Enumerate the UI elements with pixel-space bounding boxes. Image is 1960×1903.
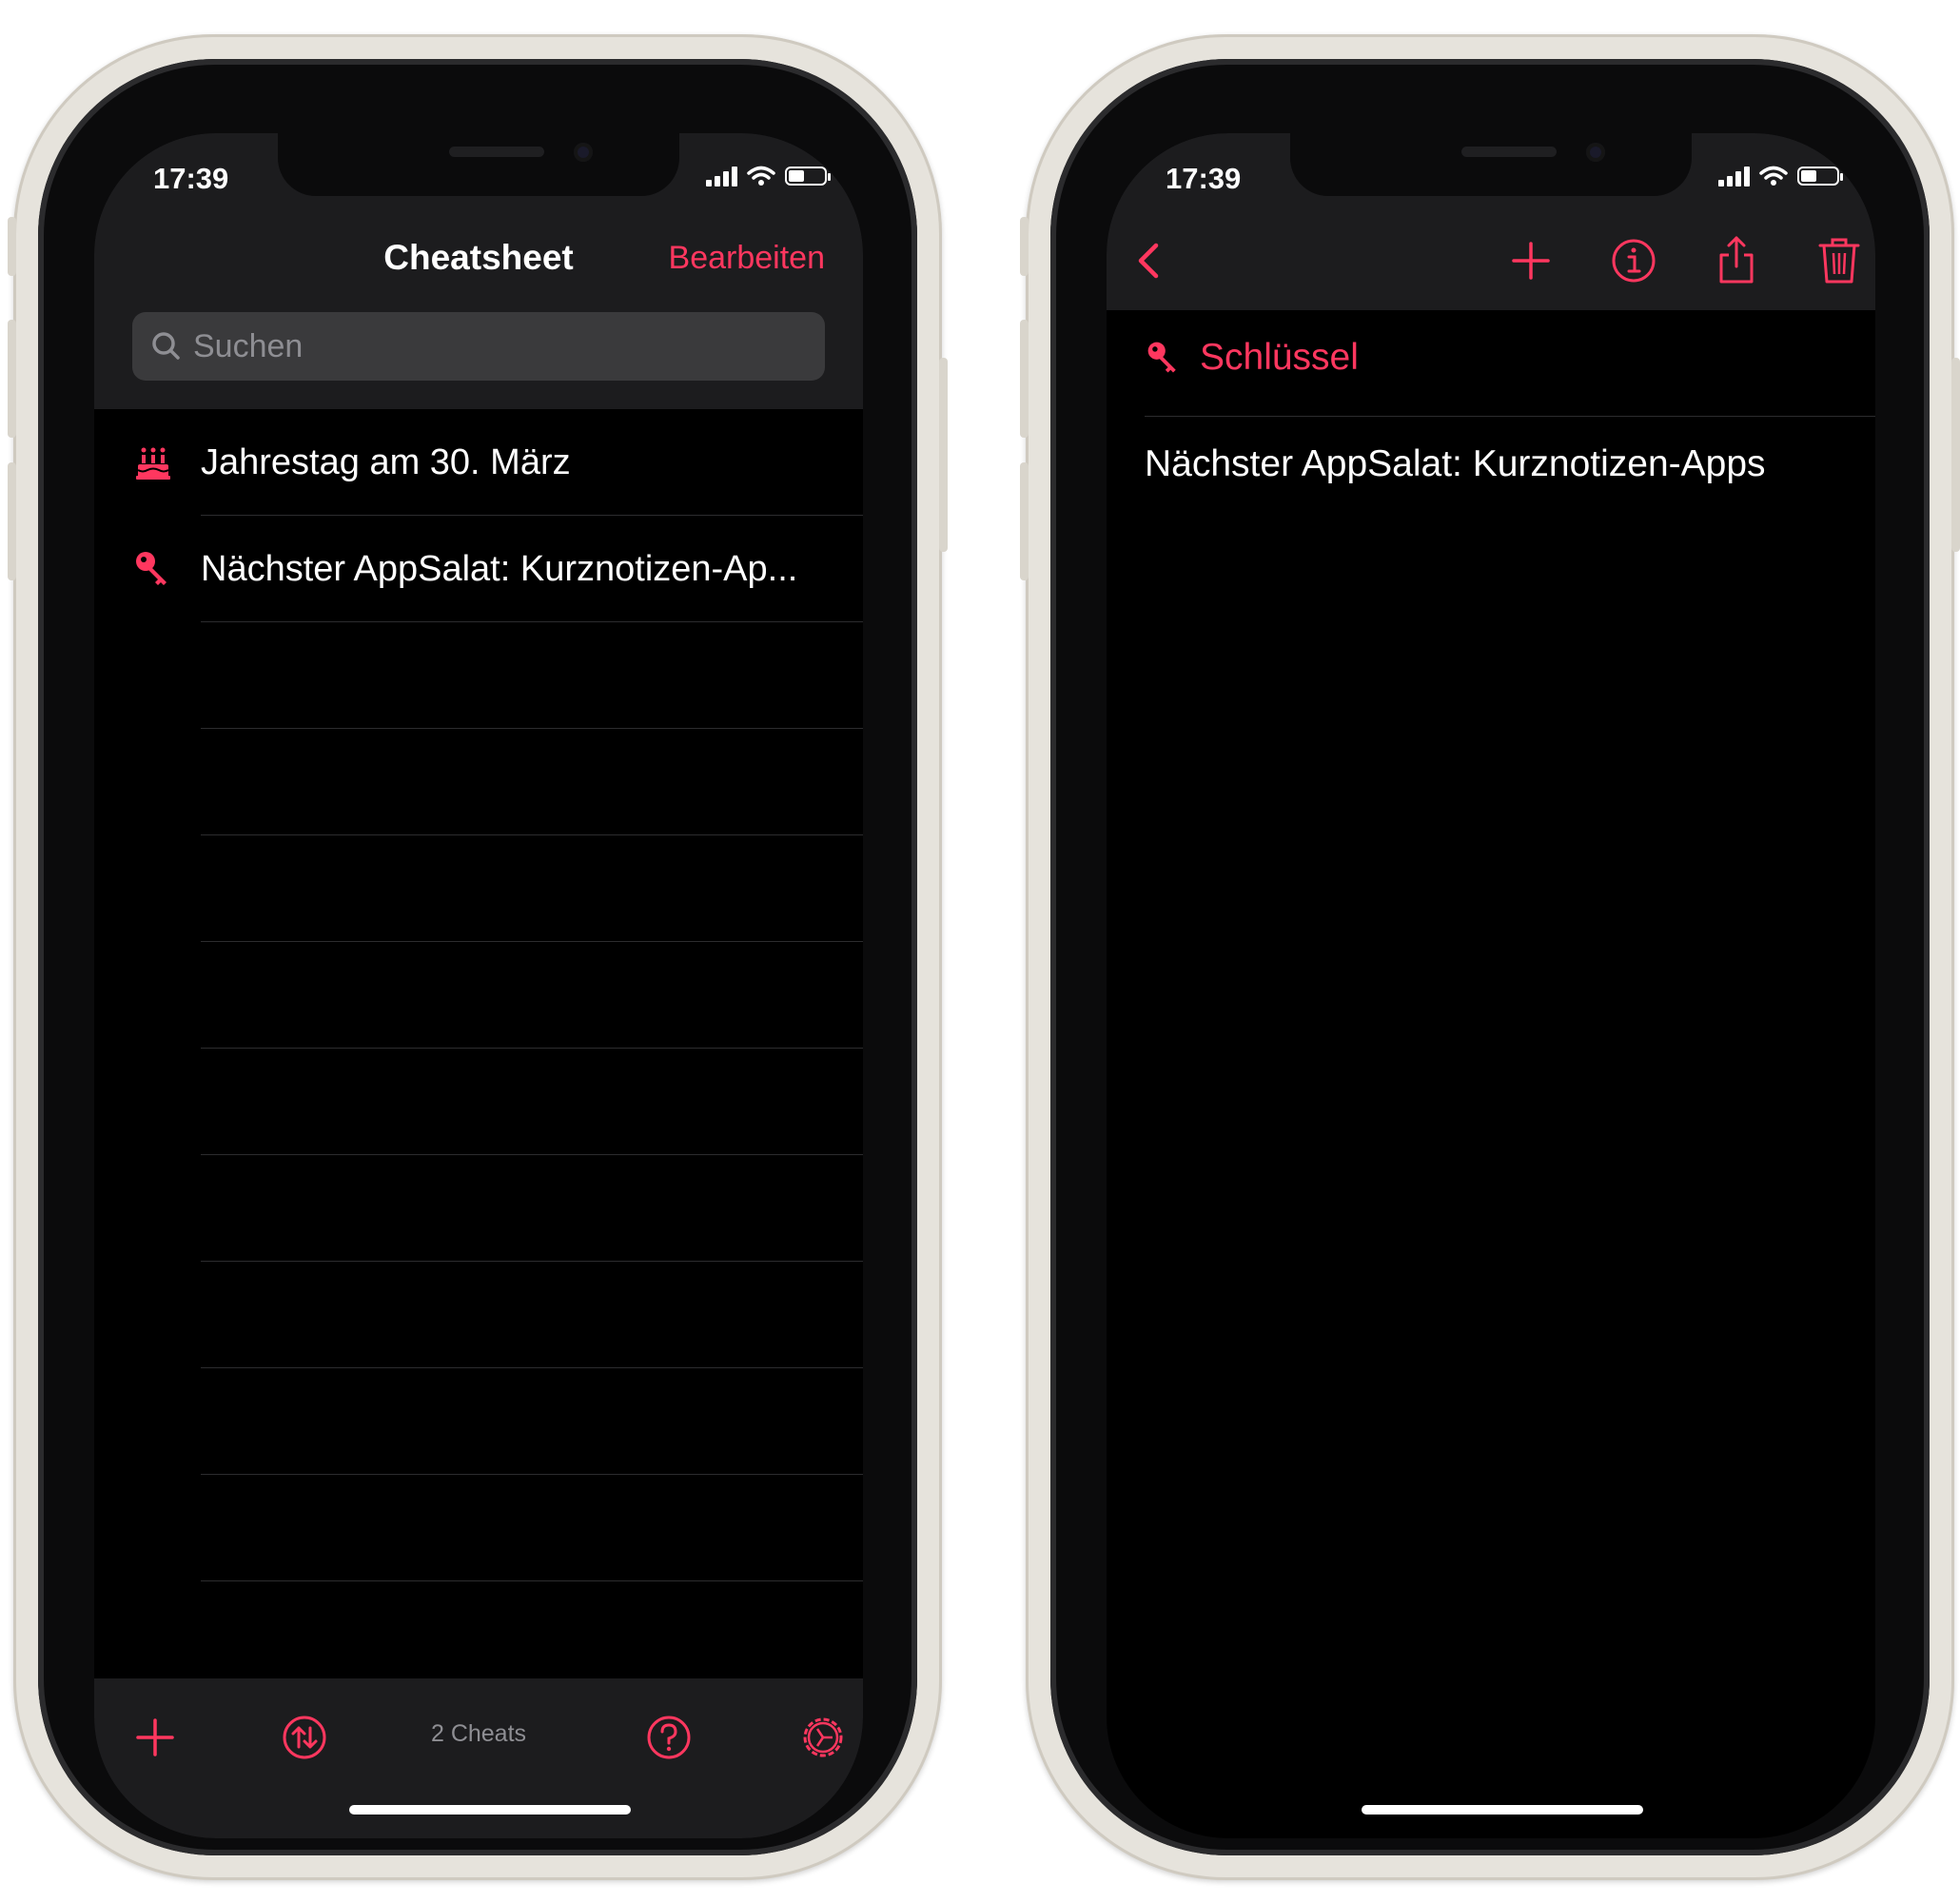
list-item[interactable]: Nächster AppSalat: Kurznotizen-Ap... [94,516,863,622]
empty-row [94,622,863,729]
divider [1145,416,1875,417]
plus-icon[interactable] [1504,234,1558,287]
info-icon[interactable] [1607,234,1660,287]
phone-frame-list: 17:39 Cheatsheet Bearbeiten Suchen Jahre… [8,34,948,1880]
empty-row [94,1049,863,1155]
volume-up-button [8,320,16,438]
front-camera [1586,143,1605,162]
help-icon[interactable] [644,1713,694,1762]
back-chevron-icon[interactable] [1124,234,1177,287]
silent-switch [1020,217,1029,276]
volume-down-button [8,462,16,580]
empty-row [94,729,863,835]
empty-row [94,835,863,942]
empty-row [94,1581,863,1688]
status-icons [1718,166,1843,186]
search-bar[interactable] [132,312,825,381]
status-time: 17:39 [1166,162,1242,195]
key-icon [1147,342,1176,373]
power-button [939,358,948,552]
speaker [1461,147,1557,157]
detail-screen: 17:39 Schlüssel Nächster AppSalat: Kurzn… [1107,133,1875,1838]
cheat-content[interactable]: Nächster AppSalat: Kurznotizen-Apps [1145,443,1766,485]
search-input[interactable] [191,326,766,366]
notch [278,133,679,196]
cheat-list: Jahrestag am 30. März Nächster AppSalat:… [94,409,863,1688]
cellular-signal-icon [706,166,737,186]
birthday-cake-icon [136,447,170,480]
category-label: Schlüssel [1145,337,1359,379]
front-camera [574,143,593,162]
silent-switch [8,217,16,276]
speaker [449,147,544,157]
cheat-count: 2 Cheats [430,1720,527,1747]
list-item-label: Nächster AppSalat: Kurznotizen-Ap... [201,548,798,589]
home-indicator[interactable] [349,1805,631,1815]
wifi-icon [747,166,775,186]
volume-up-button [1020,320,1029,438]
search-icon [152,332,180,360]
settings-icon[interactable] [798,1713,848,1762]
empty-row [94,942,863,1049]
list-item-label: Jahrestag am 30. März [201,441,571,482]
home-indicator[interactable] [1362,1805,1643,1815]
key-icon [136,552,167,585]
status-icons [706,166,831,186]
category-name: Schlüssel [1200,337,1359,378]
list-screen: 17:39 Cheatsheet Bearbeiten Suchen Jahre… [94,133,863,1838]
trash-icon[interactable] [1813,234,1866,287]
share-icon[interactable] [1710,234,1763,287]
notch [1290,133,1692,196]
empty-row [94,1155,863,1262]
phone-frame-detail: 17:39 Schlüssel Nächster AppSalat: Kurzn… [1020,34,1960,1880]
edit-button[interactable]: Bearbeiten [669,240,825,277]
cellular-signal-icon [1718,166,1750,186]
list-item[interactable]: Jahrestag am 30. März [94,409,863,516]
battery-icon [785,167,831,186]
power-button [1951,358,1960,552]
battery-icon [1797,167,1843,186]
status-time: 17:39 [153,162,229,195]
empty-row [94,1368,863,1475]
wifi-icon [1759,166,1788,186]
empty-row [94,1262,863,1368]
volume-down-button [1020,462,1029,580]
empty-row [94,1475,863,1581]
